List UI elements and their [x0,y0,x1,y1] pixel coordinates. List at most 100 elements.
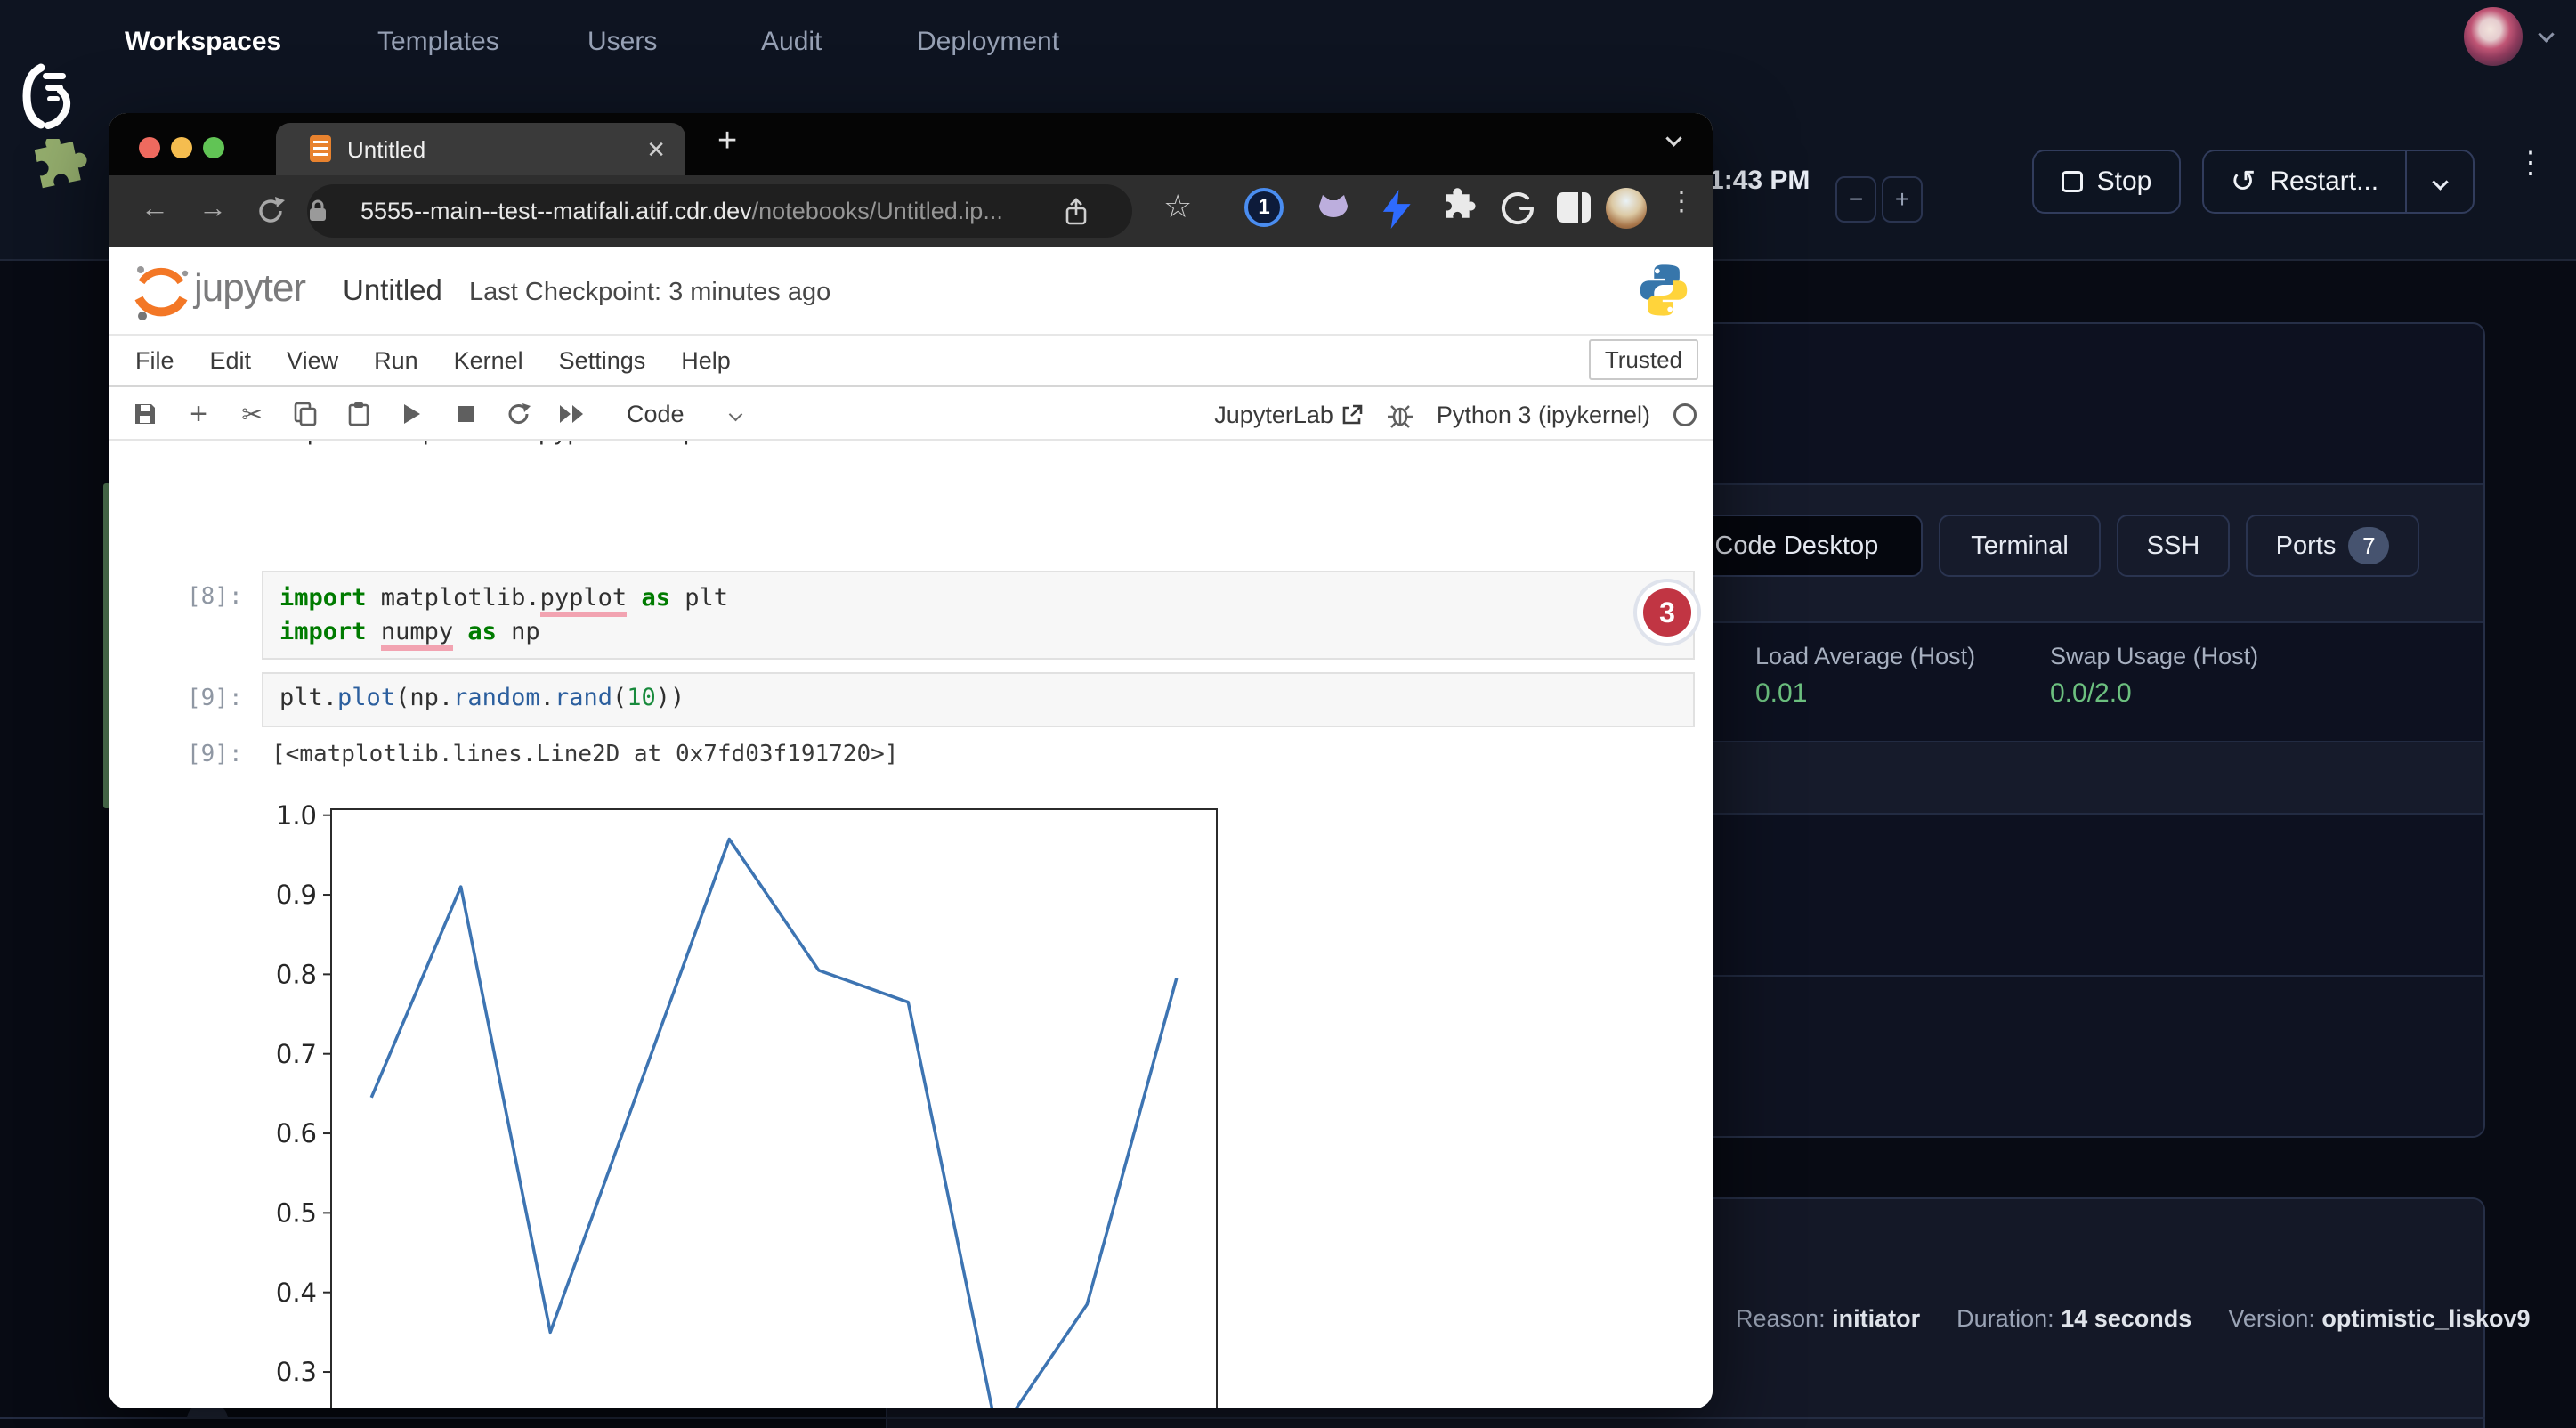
bookmark-star-icon[interactable]: ☆ [1163,188,1192,225]
duration-label: Duration: [1956,1305,2054,1332]
menu-settings[interactable]: Settings [559,347,646,375]
svg-text:1.0: 1.0 [276,800,317,831]
browser-tab[interactable]: Untitled ✕ [276,123,685,175]
ports-count-badge: 7 [2348,527,2389,564]
kernel-name[interactable]: Python 3 (ipykernel) [1437,402,1650,429]
share-icon[interactable] [1062,197,1090,227]
jupyter-brand: jupyter [194,266,305,311]
output-text: [<matplotlib.lines.Line2D at 0x7fd03f191… [271,741,898,767]
save-button[interactable] [130,402,160,426]
svg-text:0.7: 0.7 [276,1039,317,1069]
github-extension-icon[interactable] [1312,188,1355,231]
svg-text:0.6: 0.6 [276,1118,317,1148]
address-bar[interactable]: 5555--main--test--matifali.atif.cdr.dev/… [307,184,1132,238]
debugger-bug-icon[interactable] [1387,402,1414,428]
tab-title: Untitled [347,136,425,164]
browser-profile-avatar[interactable] [1606,188,1647,229]
window-close-button[interactable] [139,137,160,158]
code-cell[interactable]: plt.plot(np.random.rand(10)) [262,672,1695,727]
version-label: Version: [2228,1305,2315,1332]
restart-dropdown-button[interactable] [2405,150,2475,214]
decrease-button[interactable]: − [1835,176,1876,223]
browser-tab-bar: Untitled ✕ + [109,113,1713,175]
notebook-title[interactable]: Untitled [343,273,442,307]
app-button-ports[interactable]: Ports 7 [2246,515,2419,577]
stop-icon [2062,171,2083,192]
puzzle-icon [25,139,93,207]
window-maximize-button[interactable] [203,137,224,158]
badge-count: 3 [1643,588,1691,637]
menu-file[interactable]: File [135,347,174,375]
cut-cells-button[interactable]: ✂ [237,400,267,429]
sidebar-extension-icon[interactable] [1556,191,1592,223]
forward-button[interactable]: → [198,191,227,224]
open-jupyterlab-link[interactable]: JupyterLab [1214,402,1364,429]
python-logo-icon [1638,263,1689,318]
screen: Workspaces Templates Users Audit Deploym… [0,0,2576,1428]
restart-button[interactable]: ↺ Restart... [2202,150,2405,214]
chevron-down-icon [2432,174,2448,190]
avatar[interactable] [2464,7,2523,66]
code-cell[interactable]: import matplotlib.pyplot as plt import n… [262,571,1695,660]
menu-run[interactable]: Run [374,347,418,375]
version-value: optimistic_liskov9 [2321,1305,2530,1332]
copy-cells-button[interactable] [290,402,320,426]
badge-ring: 3 [1637,582,1697,643]
lightning-extension-icon[interactable] [1378,188,1417,231]
run-all-button[interactable] [557,404,587,424]
tab-close-icon[interactable]: ✕ [646,136,666,164]
cell-prompt: [9]: [187,685,243,711]
external-link-icon [1341,403,1364,426]
onepassword-extension-icon[interactable]: 1 [1244,188,1284,227]
browser-toolbar: ← → 5555--main--test--matifali.atif.cdr.… [109,175,1713,247]
menu-kernel[interactable]: Kernel [454,347,523,375]
notification-badge[interactable]: 3 [1633,579,1701,646]
restart-kernel-button[interactable] [504,402,534,426]
svg-text:0.8: 0.8 [276,960,317,990]
svg-text:0.3: 0.3 [276,1357,317,1387]
new-tab-button[interactable]: + [717,122,737,160]
nav-item-templates[interactable]: Templates [377,27,499,57]
url-text: 5555--main--test--matifali.atif.cdr.dev/… [360,198,1003,225]
svg-text:0.9: 0.9 [276,880,317,910]
restart-label: Restart... [2270,166,2378,197]
trusted-button[interactable]: Trusted [1589,339,1698,380]
app-button-ssh[interactable]: SSH [2117,515,2230,577]
stat-value-swap: 0.0/2.0 [2050,678,2132,709]
workspace-menu-button[interactable]: ⋮ [2515,153,2546,173]
menu-edit[interactable]: Edit [210,347,252,375]
browser-menu-icon[interactable]: ⋮ [1668,193,1695,211]
extensions-puzzle-icon[interactable] [1437,188,1478,229]
cell-prompt: [8]: [187,583,243,610]
run-cell-button[interactable] [397,402,427,426]
menu-help[interactable]: Help [681,347,731,375]
window-minimize-button[interactable] [171,137,192,158]
lock-icon [307,198,328,224]
increase-button[interactable]: + [1882,176,1923,223]
app-label: Terminal [1971,531,2069,561]
nav-item-deployment[interactable]: Deployment [917,27,1059,57]
reload-button[interactable] [253,193,288,229]
back-button[interactable]: ← [141,191,169,224]
jupyter-header: jupyter Untitled Last Checkpoint: 3 minu… [109,247,1713,336]
app-button-terminal[interactable]: Terminal [1939,515,2101,577]
add-cell-button[interactable]: + [183,397,214,432]
nav-item-users[interactable]: Users [587,27,657,57]
cell-type-value: Code [627,401,685,428]
tab-search-chevron-icon[interactable] [1668,133,1680,149]
nav-item-audit[interactable]: Audit [761,27,822,57]
cell-type-select[interactable]: Code [627,401,741,428]
nav-item-workspaces[interactable]: Workspaces [125,27,281,57]
url-host: 5555--main--test--matifali.atif.cdr.dev [360,198,752,224]
jupyter-menu-bar: File Edit View Run Kernel Settings Help … [109,336,1713,387]
chevron-down-icon [728,407,742,421]
reason-value: initiator [1832,1305,1920,1332]
interrupt-kernel-button[interactable] [450,405,481,423]
checkpoint-status: Last Checkpoint: 3 minutes ago [469,278,830,307]
app-label: SSH [2147,531,2200,561]
stop-button[interactable]: Stop [2032,150,2181,214]
coder-logo-icon[interactable] [21,61,77,132]
paste-cells-button[interactable] [344,402,374,426]
grammar-extension-icon[interactable] [1497,188,1538,229]
menu-view[interactable]: View [287,347,338,375]
